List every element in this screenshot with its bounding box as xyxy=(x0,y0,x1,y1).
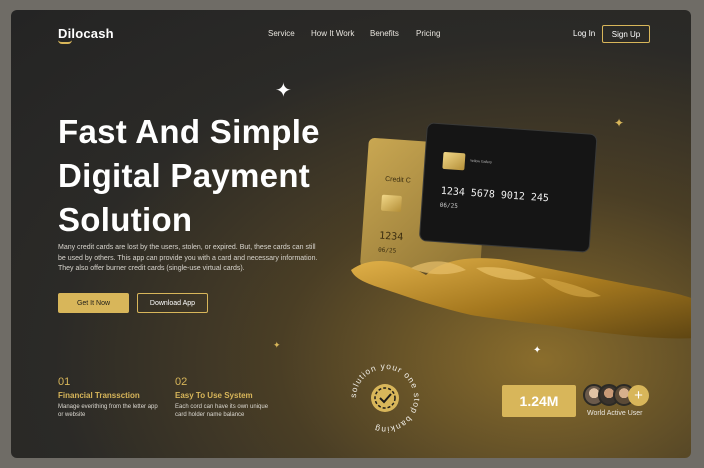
rotating-badge: solution your one stop banking xyxy=(348,361,421,435)
feature-2-title: Easy To Use System xyxy=(175,391,253,400)
logo-swoosh-icon xyxy=(58,40,72,44)
nav-link-pricing[interactable]: Pricing xyxy=(416,29,440,38)
gold-card-expiry: 06/25 xyxy=(378,247,397,255)
nav-link-benefits[interactable]: Benefits xyxy=(370,29,399,38)
sparkle-icon: ✦ xyxy=(273,340,281,350)
hero-headline: Fast And Simple Digital Payment Solution xyxy=(58,110,320,242)
headline-line-2: Digital Payment xyxy=(58,157,311,194)
logo[interactable]: Dilocash xyxy=(58,26,114,41)
nav-link-service[interactable]: Service xyxy=(268,29,295,38)
sparkle-icon: ✦ xyxy=(275,80,292,102)
headline-line-1: Fast And Simple xyxy=(58,113,320,150)
active-user-label: World Active User xyxy=(587,410,643,417)
feature-2-desc: Each cord can have its own unique card h… xyxy=(175,404,269,418)
gold-card-number: 1234 xyxy=(379,231,404,244)
feature-1-title: Financial Transsction xyxy=(58,391,140,400)
black-card-expiry: 06/25 xyxy=(440,202,459,210)
golden-hand-icon xyxy=(351,258,691,339)
feature-1-number: 01 xyxy=(58,376,71,388)
active-user-count: 1.24M xyxy=(502,385,576,417)
card-hand-illustration: Credit C 1234 06/25 Yellow Gallery 1234 … xyxy=(351,122,691,339)
chip-icon xyxy=(381,194,402,212)
headline-line-3: Solution xyxy=(58,201,193,238)
get-it-now-button[interactable]: Get It Now xyxy=(58,293,129,313)
hero-description: Many credit cards are lost by the users,… xyxy=(58,244,318,272)
black-credit-card: Yellow Gallery 1234 5678 9012 245 06/25 xyxy=(419,122,598,253)
nav-link-how-it-work[interactable]: How It Work xyxy=(311,29,354,38)
chip-icon xyxy=(442,152,466,171)
top-nav: Dilocash Service How It Work Benefits Pr… xyxy=(11,10,691,58)
landing-page: Dilocash Service How It Work Benefits Pr… xyxy=(11,10,691,458)
add-user-button[interactable]: + xyxy=(628,385,649,406)
feature-2-number: 02 xyxy=(175,376,188,388)
feature-1-desc: Manage everithing from the letter app or… xyxy=(58,404,158,418)
login-link[interactable]: Log In xyxy=(573,29,595,38)
download-app-button[interactable]: Download App xyxy=(137,293,208,313)
signup-button[interactable]: Sign Up xyxy=(602,25,650,43)
